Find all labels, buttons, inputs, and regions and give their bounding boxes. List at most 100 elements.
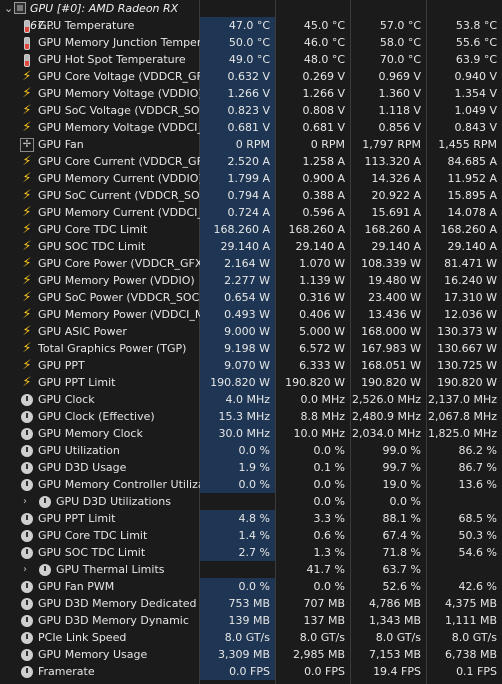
sensor-row[interactable]: ⚡ GPU Memory Current (VDDIO) 1.799 A 0.900 … <box>0 170 502 187</box>
sensor-label: GPU SOC TDC Limit <box>38 546 146 559</box>
value-max: 168.000 W <box>361 325 421 338</box>
sensor-name-cell[interactable]: ⚡ GPU SoC Power (VDDCR_SOC) <box>0 289 200 306</box>
sensor-name-cell[interactable]: GPU PPT Limit <box>0 510 200 527</box>
usage-icon <box>20 461 34 475</box>
sensor-name-cell[interactable]: GPU Memory Clock <box>0 425 200 442</box>
sensor-row[interactable]: GPU Memory Usage 3,309 MB 2,985 MB 7,153 MB… <box>0 646 502 663</box>
sensor-row[interactable]: ⚡ GPU Core TDC Limit 168.260 A 168.260 A 168… <box>0 221 502 238</box>
sensor-name-cell[interactable]: GPU Memory Usage <box>0 646 200 663</box>
sensor-name-cell[interactable]: ⚡ GPU SoC Current (VDDCR_SOC) <box>0 187 200 204</box>
sensor-row[interactable]: ⚡ GPU Core Power (VDDCR_GFX) 2.164 W 1.070 … <box>0 255 502 272</box>
sensor-name-cell[interactable]: GPU SOC TDC Limit <box>0 544 200 561</box>
sensor-name-cell[interactable]: GPU Clock <box>0 391 200 408</box>
sensor-name-cell[interactable]: GPU Core TDC Limit <box>0 527 200 544</box>
sensor-row[interactable]: ⚡ GPU Memory Power (VDDIO) 2.277 W 1.139 W 1… <box>0 272 502 289</box>
sensor-row[interactable]: ⚡ GPU Memory Current (VDDCI_... 0.724 A 0.5… <box>0 204 502 221</box>
sensor-name-cell[interactable]: › GPU D3D Utilizations <box>0 493 200 510</box>
sensor-row[interactable]: ⚡ GPU Core Voltage (VDDCR_GFX) 0.632 V 0.26… <box>0 68 502 85</box>
sensor-name-cell[interactable]: ⚡ GPU Memory Voltage (VDDIO) <box>0 85 200 102</box>
sensor-row[interactable]: GPU Hot Spot Temperature 49.0 °C 48.0 °C 70… <box>0 51 502 68</box>
power-icon: ⚡ <box>22 375 32 390</box>
sensor-row[interactable]: ⚡ GPU PPT 9.070 W 6.333 W 168.051 W 130.725 W <box>0 357 502 374</box>
sensor-name-cell[interactable]: ⚡ Total Graphics Power (TGP) <box>0 340 200 357</box>
sensor-name-cell[interactable]: ⚡ GPU Core Voltage (VDDCR_GFX) <box>0 68 200 85</box>
sensor-group-row[interactable]: › GPU Thermal Limits 41.7 % 63.7 % <box>0 561 502 578</box>
sensor-name-cell[interactable]: GPU Fan PWM <box>0 578 200 595</box>
sensor-name-cell[interactable]: › GPU Thermal Limits <box>0 561 200 578</box>
device-header-row[interactable]: ⌄ GPU [#0]: AMD Radeon RX 67... <box>0 0 502 32</box>
sensor-row[interactable]: GPU Core TDC Limit 1.4 % 0.6 % 67.4 % 50.3 % <box>0 527 502 544</box>
sensor-name-cell[interactable]: Framerate <box>0 663 200 680</box>
sensor-name-cell[interactable]: ⚡ GPU Core TDC Limit <box>0 221 200 238</box>
sensor-row[interactable]: ⚡ GPU Memory Voltage (VDDCI_... 0.681 V 0.6… <box>0 119 502 136</box>
value-max: 168.051 W <box>361 359 421 372</box>
sensor-row[interactable]: GPU Memory Clock 30.0 MHz 10.0 MHz 2,034.0 … <box>0 425 502 442</box>
value-avg: 63.9 °C <box>455 53 497 66</box>
sensor-name-cell[interactable]: ⚡ GPU Memory Power (VDDIO) <box>0 272 200 289</box>
device-header[interactable]: ⌄ GPU [#0]: AMD Radeon RX 67... <box>0 0 200 32</box>
value-max: 99.0 % <box>382 444 421 457</box>
sensor-row[interactable]: GPU Memory Controller Utilization0.0 %0.… <box>0 476 502 493</box>
sensor-name-cell[interactable]: ⚡ GPU Memory Power (VDDCI_M... <box>0 306 200 323</box>
sensor-name-cell[interactable]: GPU Hot Spot Temperature <box>0 51 200 68</box>
sensor-name-cell[interactable]: ⚡ GPU Core Power (VDDCR_GFX) <box>0 255 200 272</box>
sensor-row[interactable]: ⚡ GPU Memory Voltage (VDDIO) 1.266 V 1.266 … <box>0 85 502 102</box>
sensor-name-cell[interactable]: GPU Memory Controller Utilization <box>0 476 200 493</box>
sensor-label: GPU D3D Usage <box>38 461 127 474</box>
sensor-label: GPU SoC Voltage (VDDCR_SOC) <box>38 104 200 117</box>
sensor-row[interactable]: ⚡ GPU SoC Power (VDDCR_SOC) 0.654 W 0.316 W… <box>0 289 502 306</box>
value-current: 4.8 % <box>200 510 275 527</box>
sensor-row[interactable]: GPU D3D Memory Dynamic 139 MB 137 MB 1,343 … <box>0 612 502 629</box>
sensor-row[interactable]: Framerate 0.0 FPS 0.0 FPS 19.4 FPS 0.1 FPS <box>0 663 502 680</box>
sensor-group-row[interactable]: › GPU D3D Utilizations 0.0 % 0.0 % <box>0 493 502 510</box>
sensor-name-cell[interactable]: ⚡ GPU SOC TDC Limit <box>0 238 200 255</box>
sensor-row[interactable]: ⚡ GPU SoC Current (VDDCR_SOC) 0.794 A 0.388… <box>0 187 502 204</box>
value-max: 0.856 V <box>378 121 421 134</box>
sensor-label: GPU Memory Current (VDDCI_... <box>38 206 200 219</box>
sensor-name-cell[interactable]: ✢ GPU Fan <box>0 136 200 153</box>
sensor-row[interactable]: ⚡ GPU ASIC Power 9.000 W 5.000 W 168.000 W 13… <box>0 323 502 340</box>
sensor-name-cell[interactable]: ⚡ GPU Memory Current (VDDIO) <box>0 170 200 187</box>
sensor-row[interactable]: GPU PPT Limit 4.8 % 3.3 % 88.1 % 68.5 % <box>0 510 502 527</box>
tree-collapse-icon[interactable]: ⌄ <box>4 0 13 17</box>
sensor-row[interactable]: GPU Clock 4.0 MHz 0.0 MHz 2,526.0 MHz 2,137.… <box>0 391 502 408</box>
sensor-name-cell[interactable]: GPU D3D Memory Dedicated <box>0 595 200 612</box>
sensor-row[interactable]: GPU Memory Junction Temper... 50.0 °C 46.0… <box>0 34 502 51</box>
sensor-name-cell[interactable]: PCIe Link Speed <box>0 629 200 646</box>
sensor-row[interactable]: GPU Temperature 47.0 °C 45.0 °C 57.0 °C 53.8… <box>0 17 502 34</box>
sensor-name-cell[interactable]: GPU D3D Memory Dynamic <box>0 612 200 629</box>
sensor-name-cell[interactable]: GPU Utilization <box>0 442 200 459</box>
sensor-label: GPU Utilization <box>38 444 120 457</box>
sensor-row[interactable]: ⚡ Total Graphics Power (TGP) 9.198 W 6.572 … <box>0 340 502 357</box>
sensor-name-cell[interactable]: ⚡ GPU SoC Voltage (VDDCR_SOC) <box>0 102 200 119</box>
sensor-row[interactable]: ⚡ GPU SOC TDC Limit 29.140 A 29.140 A 29.140… <box>0 238 502 255</box>
expand-chevron-icon[interactable]: › <box>23 561 33 578</box>
value-max: 2,526.0 MHz <box>351 393 421 406</box>
sensor-name-cell[interactable]: ⚡ GPU Memory Current (VDDCI_... <box>0 204 200 221</box>
sensor-row[interactable]: ⚡ GPU Memory Power (VDDCI_M... 0.493 W 0.40… <box>0 306 502 323</box>
sensor-name-cell[interactable]: GPU Memory Junction Temper... <box>0 34 200 51</box>
value-max: 13.436 W <box>368 308 421 321</box>
sensor-name-cell[interactable]: GPU Clock (Effective) <box>0 408 200 425</box>
value-current: 47.0 °C <box>200 17 275 34</box>
sensor-row[interactable]: GPU Fan PWM 0.0 % 0.0 % 52.6 % 42.6 % <box>0 578 502 595</box>
sensor-name-cell[interactable]: GPU Temperature <box>0 17 200 34</box>
sensor-row[interactable]: GPU Utilization 0.0 % 0.0 % 99.0 % 86.2 % <box>0 442 502 459</box>
sensor-name-cell[interactable]: GPU D3D Usage <box>0 459 200 476</box>
sensor-name-cell[interactable]: ⚡ GPU ASIC Power <box>0 323 200 340</box>
sensor-row[interactable]: ✢ GPU Fan 0 RPM 0 RPM 1,797 RPM 1,455 RPM <box>0 136 502 153</box>
sensor-row[interactable]: GPU D3D Usage 1.9 % 0.1 % 99.7 % 86.7 % <box>0 459 502 476</box>
sensor-name-cell[interactable]: ⚡ GPU Core Current (VDDCR_GFX) <box>0 153 200 170</box>
sensor-row[interactable]: GPU Clock (Effective) 15.3 MHz 8.8 MHz 2,48… <box>0 408 502 425</box>
sensor-name-cell[interactable]: ⚡ GPU Memory Voltage (VDDCI_... <box>0 119 200 136</box>
sensor-label: GPU Fan <box>38 138 84 151</box>
sensor-row[interactable]: ⚡ GPU Core Current (VDDCR_GFX) 2.520 A 1.25… <box>0 153 502 170</box>
sensor-name-cell[interactable]: ⚡ GPU PPT <box>0 357 200 374</box>
sensor-row[interactable]: GPU SOC TDC Limit 2.7 % 1.3 % 71.8 % 54.6 % <box>0 544 502 561</box>
expand-chevron-icon[interactable]: › <box>23 493 33 510</box>
sensor-row[interactable]: GPU D3D Memory Dedicated 753 MB 707 MB 4,78… <box>0 595 502 612</box>
sensor-row[interactable]: PCIe Link Speed 8.0 GT/s 8.0 GT/s 8.0 GT/s 8… <box>0 629 502 646</box>
sensor-name-cell[interactable]: ⚡ GPU PPT Limit <box>0 374 200 391</box>
sensor-row[interactable]: ⚡ GPU SoC Voltage (VDDCR_SOC) 0.823 V 0.808… <box>0 102 502 119</box>
sensor-row[interactable]: ⚡ GPU PPT Limit 190.820 W 190.820 W 190.820 … <box>0 374 502 391</box>
